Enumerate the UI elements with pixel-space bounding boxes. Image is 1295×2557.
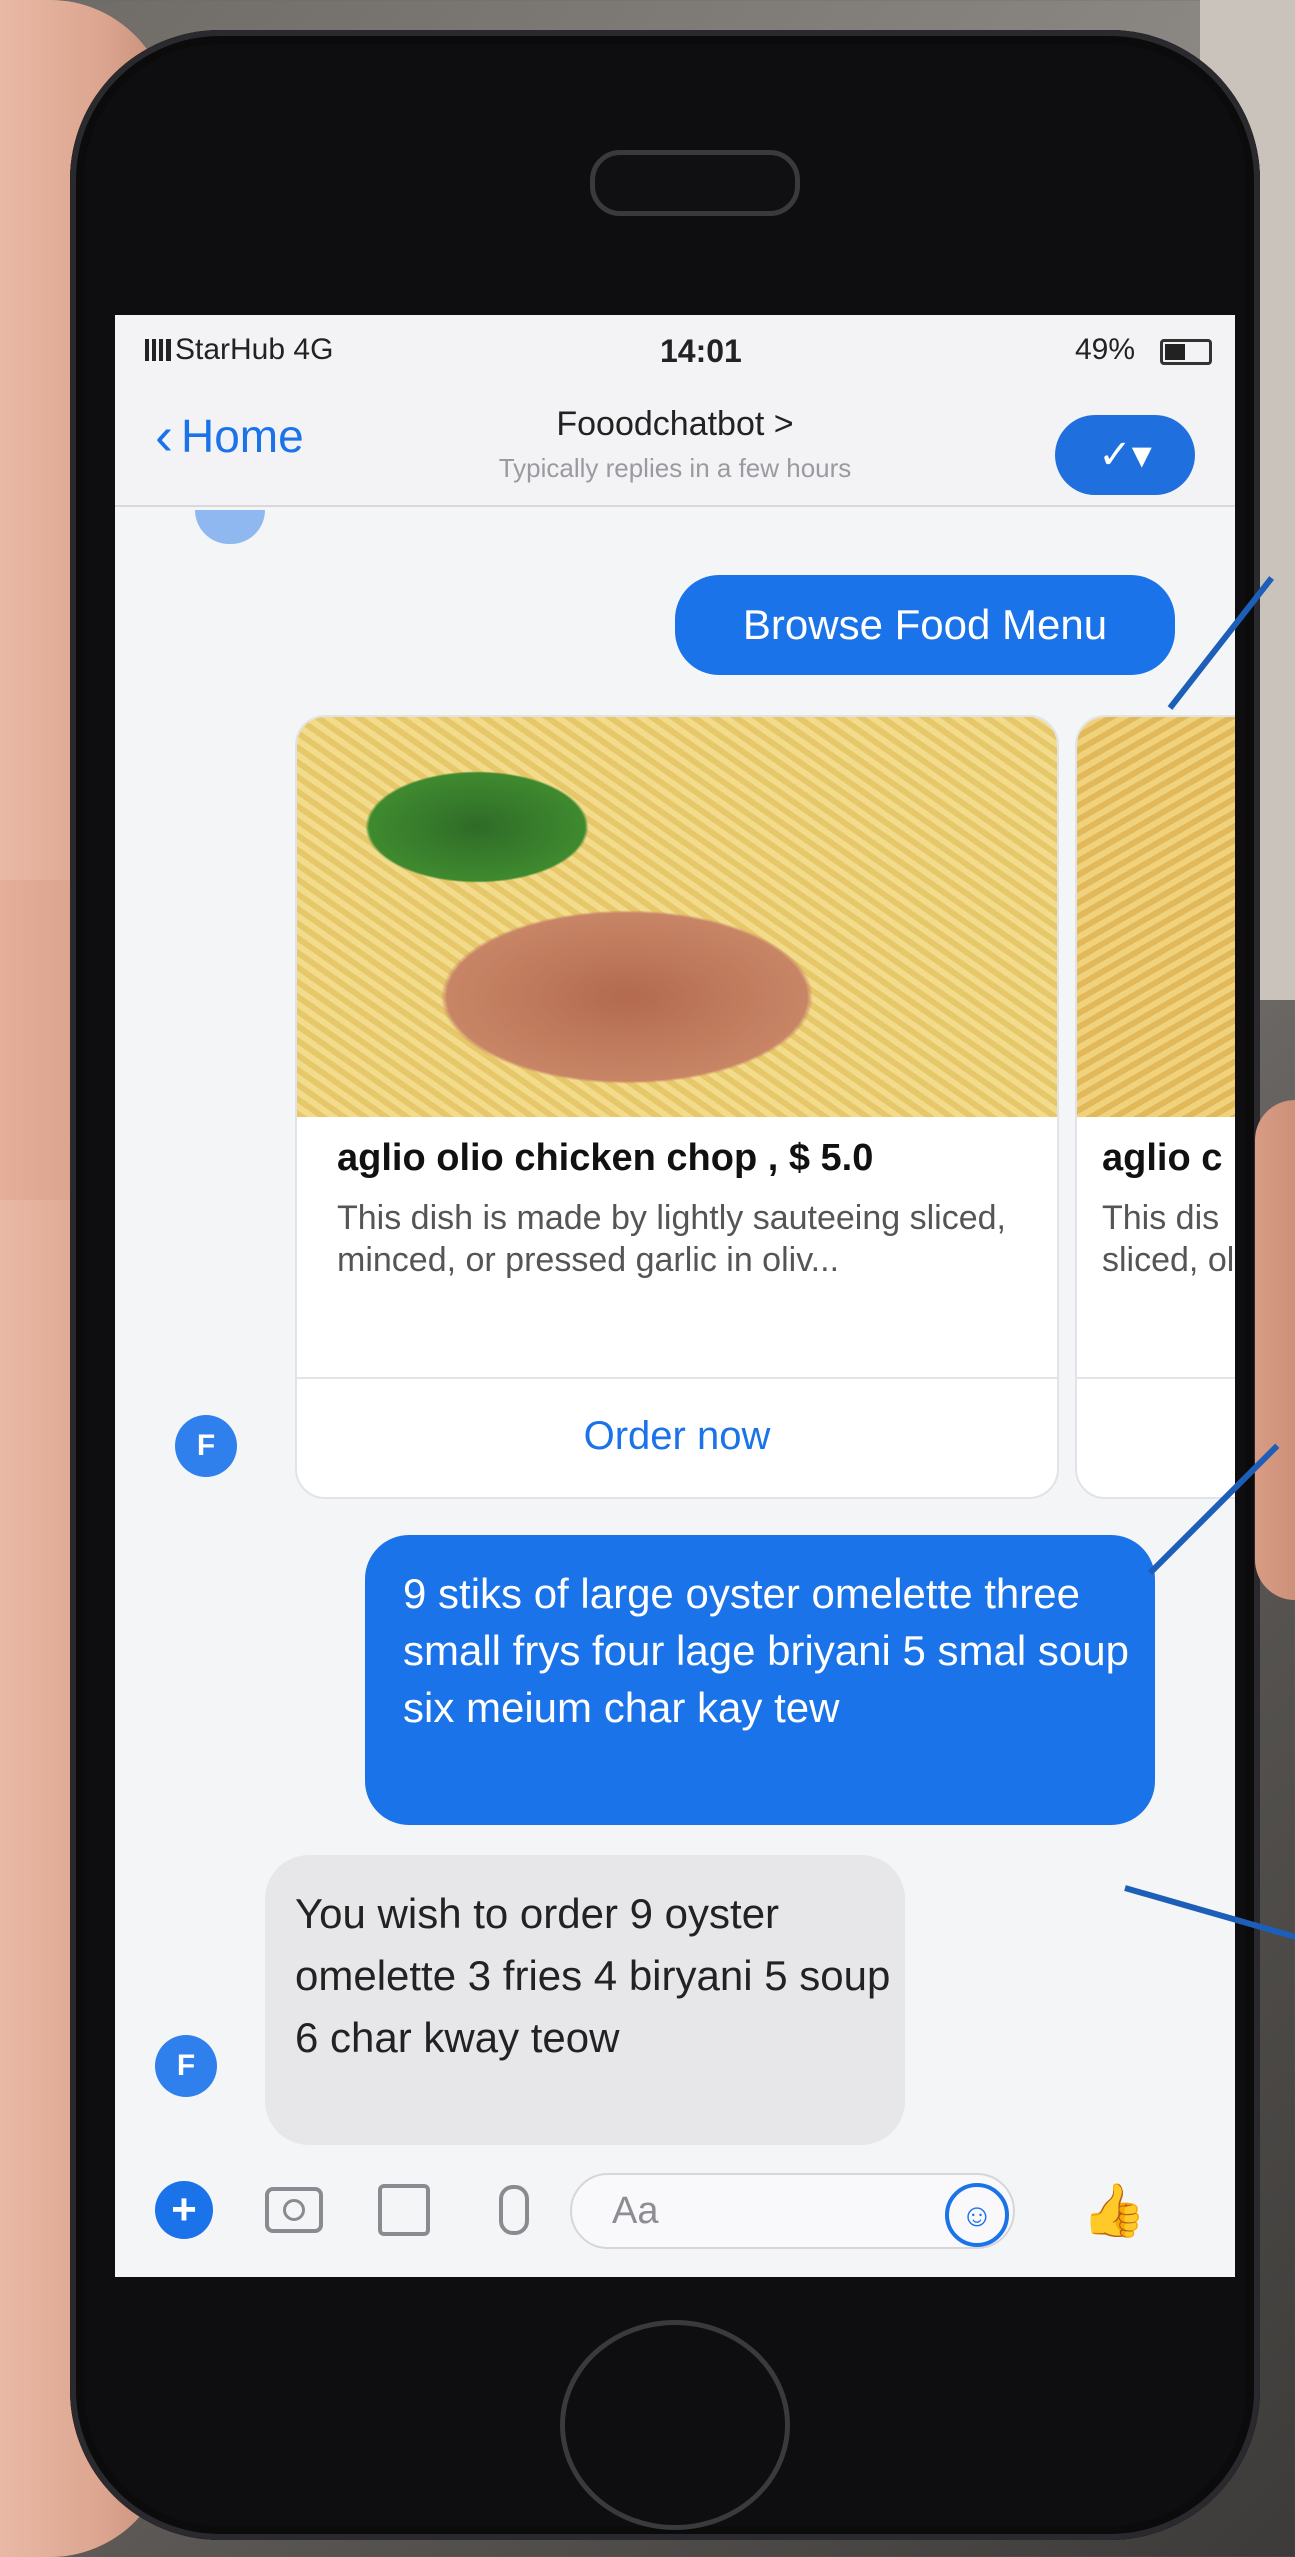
incoming-message: You wish to order 9 oyster omelette 3 fr… <box>265 1855 905 2145</box>
battery-percent: 49% <box>1075 333 1136 366</box>
emoji-icon[interactable]: ☺ <box>945 2183 1009 2247</box>
menu-card[interactable]: aglio olio chicken chop , $ 5.0 This dis… <box>295 715 1059 1499</box>
card-title: aglio c <box>1102 1137 1223 1179</box>
card-divider <box>1077 1377 1235 1379</box>
card-title: aglio olio chicken chop , $ 5.0 <box>337 1137 874 1179</box>
camera-icon[interactable] <box>265 2181 323 2239</box>
right-finger <box>1255 1100 1295 1600</box>
outgoing-message: Browse Food Menu <box>675 575 1175 675</box>
carrier-label: StarHub 4G <box>175 333 334 366</box>
food-image <box>297 717 1057 1117</box>
microphone-icon[interactable] <box>485 2181 543 2239</box>
status-bar: StarHub 4G 14:01 49% <box>115 315 1235 385</box>
check-dropdown-icon: ✓▾ <box>1098 433 1152 477</box>
home-button[interactable] <box>560 2320 790 2530</box>
card-description: This dish is made by lightly sauteeing s… <box>337 1199 1006 1279</box>
image-icon[interactable] <box>375 2181 433 2239</box>
chat-header: ‹ Home Fooodchatbot > Typically replies … <box>115 385 1235 507</box>
avatar <box>195 510 265 544</box>
signal-icon <box>145 339 171 361</box>
food-image <box>1077 717 1235 1117</box>
outgoing-message: 9 stiks of large oyster omelette three s… <box>365 1535 1155 1825</box>
card-description: This dis sliced, oliv... <box>1102 1199 1235 1279</box>
avatar: F <box>155 2035 217 2097</box>
clock: 14:01 <box>660 333 742 369</box>
thumbs-up-icon[interactable]: 👍 <box>1082 2181 1147 2240</box>
plus-icon[interactable]: + <box>155 2181 213 2239</box>
message-composer: + Aa ☺ 👍 <box>115 2145 1235 2277</box>
menu-card[interactable]: aglio c This dis sliced, oliv... <box>1075 715 1235 1499</box>
phone-screen: StarHub 4G 14:01 49% ‹ Home Fooodchatbot… <box>115 315 1235 2277</box>
battery-icon <box>1160 339 1212 365</box>
order-now-button[interactable]: Order now <box>297 1377 1057 1495</box>
check-dropdown-button[interactable]: ✓▾ <box>1055 415 1195 495</box>
avatar: F <box>175 1415 237 1477</box>
earpiece-speaker <box>590 150 800 216</box>
